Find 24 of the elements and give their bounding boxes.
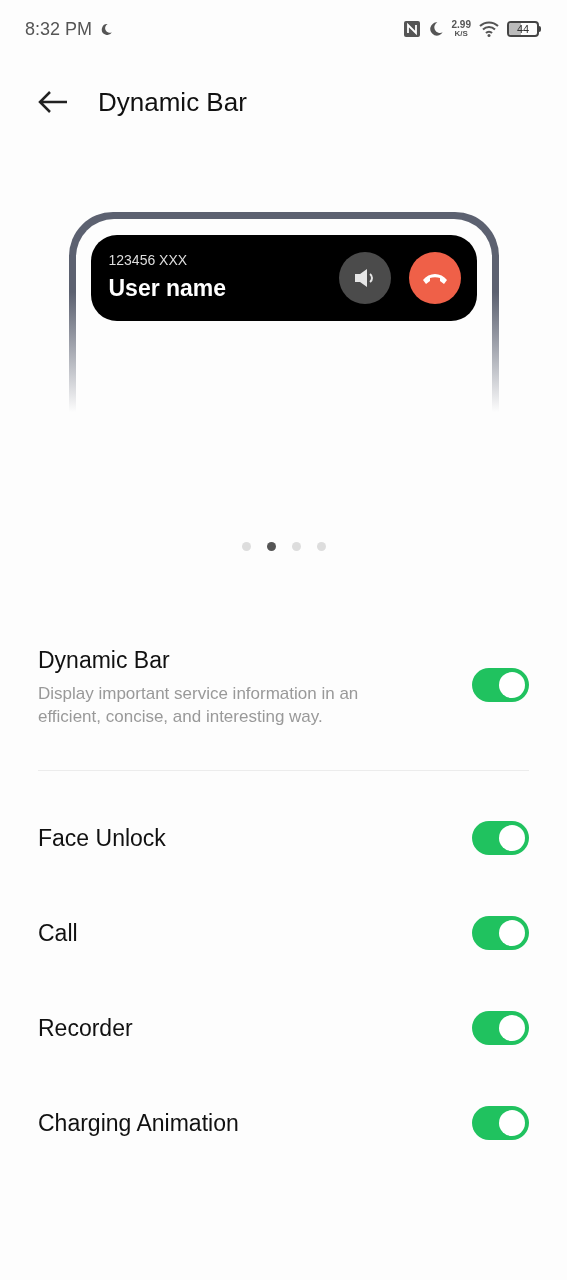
speaker-button[interactable]	[338, 252, 391, 304]
setting-label: Face Unlock	[38, 823, 166, 853]
call-number: 123456 XXX	[108, 251, 189, 271]
wifi-icon	[479, 21, 499, 37]
setting-label: Charging Animation	[38, 1108, 239, 1138]
caller-name: User name	[108, 274, 227, 304]
toggle-switch[interactable]	[472, 668, 529, 703]
nfc-icon	[403, 21, 420, 37]
page-title: Dynamic Bar	[98, 85, 247, 119]
toggle-switch[interactable]	[472, 916, 529, 950]
hang-up-button[interactable]	[408, 252, 461, 304]
status-time: 8:32 PM	[25, 17, 93, 41]
setting-label: Recorder	[38, 1013, 133, 1043]
setting-description: Display important service information in an efficient, concise, and interesting way.	[38, 682, 360, 728]
moon-icon	[100, 22, 114, 36]
setting-title: Dynamic Bar	[38, 646, 171, 675]
battery-icon: 44	[507, 21, 539, 37]
network-speed: 2.99 K/S	[451, 20, 471, 38]
phone-handset-icon	[420, 271, 449, 285]
toggle-switch[interactable]	[472, 821, 529, 855]
moon-icon	[427, 21, 444, 37]
toggle-switch[interactable]	[472, 1011, 529, 1045]
toggle-switch[interactable]	[472, 1106, 529, 1140]
setting-label: Call	[38, 918, 78, 948]
